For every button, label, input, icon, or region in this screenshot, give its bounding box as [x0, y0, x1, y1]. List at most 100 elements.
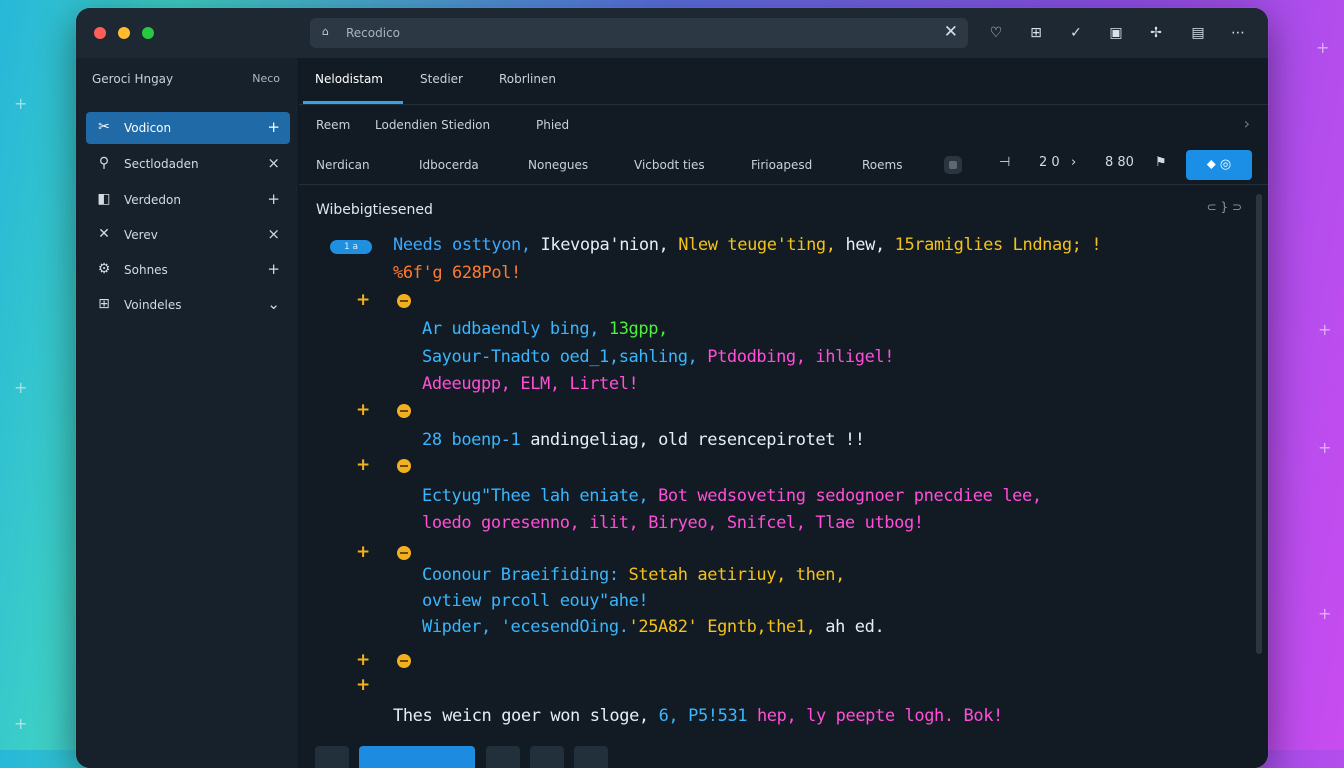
sidebar-item-voindeles[interactable]: ⊞ Voindeles ⌄ — [86, 289, 290, 321]
line-badge: 1 a — [330, 240, 372, 254]
chevron-down-icon[interactable]: ⌄ — [267, 295, 280, 313]
run-button[interactable]: ⬥ ◎ — [1186, 150, 1252, 180]
code-token: goresenno, — [481, 513, 590, 533]
collapse-icon[interactable] — [397, 459, 411, 473]
zoom-readout[interactable]: 2 0 — [1039, 155, 1060, 170]
more-icon[interactable]: ⋯ — [1228, 23, 1248, 43]
close-icon[interactable]: × — [267, 154, 280, 172]
editor-heading: Wibebigtiesened — [316, 202, 433, 218]
code-token: hew, — [845, 235, 895, 255]
editor-scrollbar[interactable] — [1256, 194, 1262, 654]
sparkle-icon: + — [14, 378, 28, 397]
code-token: won — [550, 706, 590, 726]
maximize-window-button[interactable] — [142, 27, 154, 39]
menu-item[interactable]: Idbocerda — [419, 158, 479, 172]
code-token: Biryeo, — [648, 513, 727, 533]
expand-icon[interactable]: + — [356, 290, 370, 310]
menu-item[interactable]: Nerdican — [316, 158, 370, 172]
tab-stedier[interactable]: Stedier — [420, 72, 463, 86]
code-token: aetiriuy, — [697, 565, 796, 585]
grid-icon: ⊞ — [98, 296, 110, 312]
code-token: 15ramiglies — [894, 235, 1013, 255]
bottom-primary-button[interactable] — [359, 746, 475, 768]
sidebar-item-sohnes[interactable]: ⚙ Sohnes + — [86, 254, 290, 286]
code-token: loedo — [422, 513, 482, 533]
expand-icon[interactable]: + — [356, 675, 370, 695]
sidebar-item-verev[interactable]: ✕ Verev × — [86, 219, 290, 251]
code-token: old — [658, 430, 698, 450]
close-icon[interactable]: × — [267, 225, 280, 243]
subbar-item[interactable]: Lodendien Stiedion — [375, 118, 490, 132]
clear-address-icon[interactable]: ✕ — [944, 22, 958, 42]
code-token: pnecdiee — [913, 486, 1003, 506]
code-token: ovtiew — [422, 591, 491, 611]
menu-item[interactable]: Vicbodt ties — [634, 158, 705, 172]
image-icon[interactable]: ▣ — [1106, 23, 1126, 43]
tab-nelodistam[interactable]: Nelodistam — [315, 72, 383, 86]
bottom-button[interactable] — [574, 746, 608, 768]
document-icon[interactable]: ▤ — [1188, 23, 1208, 43]
shield-icon[interactable]: ♡ — [986, 23, 1006, 43]
bottom-button[interactable] — [315, 746, 349, 768]
collapse-icon[interactable] — [397, 654, 411, 668]
code-token: P5!531 — [688, 706, 757, 726]
close-window-button[interactable] — [94, 27, 106, 39]
collapse-icon[interactable] — [397, 546, 411, 560]
menu-bar: Nerdican Idbocerda Nonegues Vicbodt ties… — [299, 142, 1268, 185]
add-icon[interactable]: + — [267, 190, 280, 208]
chevron-right-icon[interactable]: › — [1071, 155, 1076, 170]
sidebar-item-label: Sectlodaden — [124, 157, 199, 171]
menu-item[interactable]: Firioapesd — [751, 158, 812, 172]
flag-icon[interactable]: ⚑ — [1155, 155, 1167, 170]
code-token: andingeliag, — [530, 430, 659, 450]
menu-item[interactable]: Roems — [862, 158, 902, 172]
pin-icon[interactable]: ✢ — [1146, 23, 1166, 43]
editor-controls[interactable]: ⊂ } ⊃ — [1207, 200, 1242, 214]
menu-item[interactable]: Nonegues — [528, 158, 588, 172]
chevron-right-icon[interactable]: › — [1244, 114, 1250, 133]
split-icon[interactable]: ⊣ — [999, 155, 1010, 170]
collapse-icon[interactable] — [397, 294, 411, 308]
add-icon[interactable]: + — [267, 260, 280, 278]
sidebar-item-sectlodaden[interactable]: ⚲ Sectlodaden × — [86, 148, 290, 180]
code-token: Ectyug"Thee — [422, 486, 541, 506]
sidebar-title: Geroci Hngay — [92, 72, 174, 86]
code-line: %6f'g 628Pol! — [393, 263, 521, 283]
expand-icon[interactable]: + — [356, 455, 370, 475]
code-token: '25A82' — [628, 617, 708, 637]
code-token: Ikevopa'nion, — [540, 235, 679, 255]
code-token: prcoll — [490, 591, 560, 611]
sidebar-item-vodicon[interactable]: ✂ Vodicon + — [86, 112, 290, 144]
sidebar-new-link[interactable]: Neco — [252, 72, 280, 85]
sidebar-item-verdedon[interactable]: ◧ Verdedon + — [86, 184, 290, 216]
sparkle-icon: + — [1318, 320, 1332, 339]
count-readout: 8 80 — [1105, 155, 1134, 170]
code-token: Bot — [658, 486, 698, 506]
book-icon[interactable]: ⊞ — [1026, 23, 1046, 43]
bottom-button[interactable] — [486, 746, 520, 768]
stop-button[interactable] — [944, 156, 962, 174]
subbar-item[interactable]: Reem — [316, 118, 350, 132]
code-token: sedognoer — [815, 486, 914, 506]
code-token: Needs — [393, 235, 453, 255]
expand-icon[interactable]: + — [356, 650, 370, 670]
expand-icon[interactable]: + — [356, 400, 370, 420]
lock-icon: ⌂ — [322, 25, 329, 38]
code-token: goer — [501, 706, 551, 726]
code-token: peepte — [835, 706, 905, 726]
code-token: logh. — [904, 706, 964, 726]
check-icon[interactable]: ✓ — [1066, 23, 1086, 43]
bottom-button[interactable] — [530, 746, 564, 768]
code-line: Sayour-Tnadto oed_1,sahling, Ptdodbing, … — [422, 347, 895, 367]
minimize-window-button[interactable] — [118, 27, 130, 39]
address-bar[interactable]: ⌂ Recodico ✕ — [310, 18, 968, 48]
collapse-icon[interactable] — [397, 404, 411, 418]
add-icon[interactable]: + — [267, 118, 280, 136]
code-token: ah — [825, 617, 855, 637]
tab-robrlinen[interactable]: Robrlinen — [499, 72, 556, 86]
code-token: ly — [806, 706, 836, 726]
code-token: resencepirotet !! — [697, 430, 865, 450]
expand-icon[interactable]: + — [356, 542, 370, 562]
subbar-item[interactable]: Phied — [536, 118, 569, 132]
sparkle-icon: + — [1316, 38, 1330, 57]
